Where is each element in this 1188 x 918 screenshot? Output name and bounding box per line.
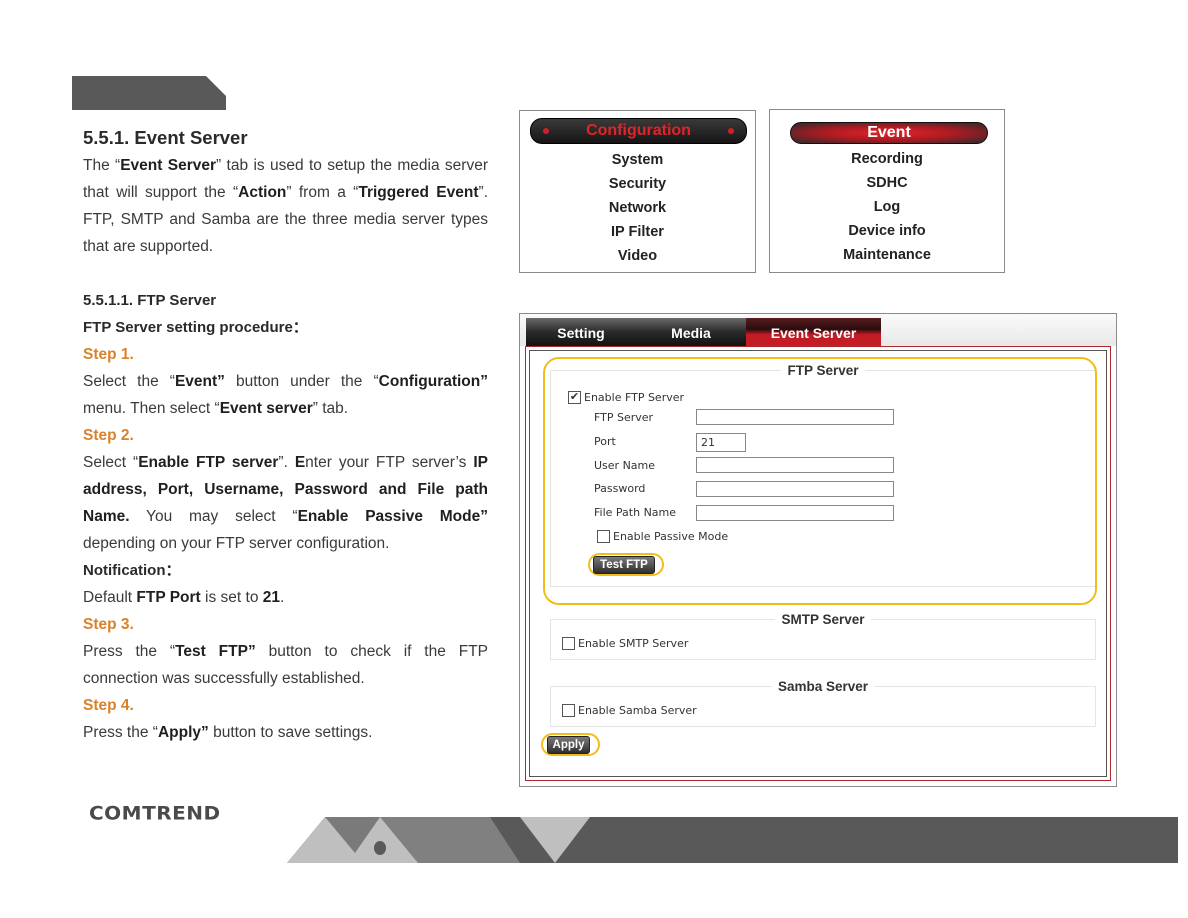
footer-banner bbox=[287, 817, 1178, 863]
banner-dot bbox=[374, 841, 386, 855]
